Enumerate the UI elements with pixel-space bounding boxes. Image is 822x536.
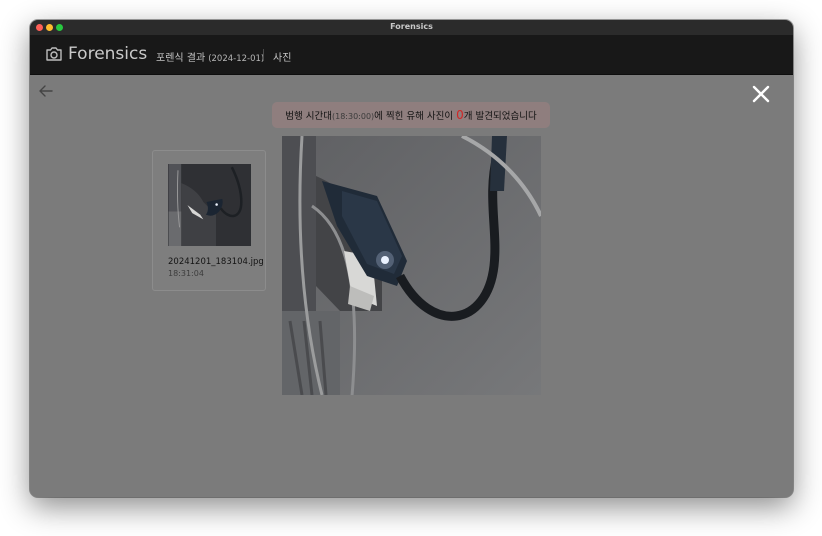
nav-forensic-result[interactable]: 포렌식 결과 (2024-12-01)	[156, 49, 264, 64]
banner-suffix: 개 발견되었습니다	[463, 111, 537, 122]
enlarged-photo	[282, 136, 541, 395]
photo-card[interactable]: 20241201_183104.jpg 18:31:04	[152, 150, 266, 291]
nav-divider	[263, 49, 264, 61]
nav-result-date: (2024-12-01)	[208, 54, 265, 64]
photo-thumbnail[interactable]	[168, 164, 251, 246]
banner-count: 0	[456, 108, 464, 122]
nav-photos[interactable]: 사진	[273, 49, 291, 64]
nav-result-label: 포렌식 결과	[156, 53, 206, 64]
window-title: Forensics	[390, 22, 433, 31]
app-window: Forensics Forensics 포렌식 결과 (2024-12-01) 사…	[30, 20, 793, 497]
app-header: Forensics 포렌식 결과 (2024-12-01) 사진	[30, 35, 793, 75]
photo-filename: 20241201_183104.jpg	[168, 257, 264, 267]
window-titlebar: Forensics	[30, 20, 793, 36]
banner-prefix: 범행 시간대	[285, 111, 332, 122]
photo-viewer-overlay: 20241201_183104.jpg 18:31:04 범행 시간대(18:3…	[30, 75, 793, 497]
result-banner: 범행 시간대(18:30:00)에 찍힌 유해 사진이 0개 발견되었습니다	[272, 102, 550, 128]
arrow-left-icon[interactable]	[38, 83, 54, 99]
close-icon[interactable]	[751, 84, 771, 104]
app-brand[interactable]: Forensics	[68, 44, 147, 64]
camera-icon	[45, 46, 63, 62]
banner-middle: 에 찍힌 유해 사진이	[374, 111, 457, 122]
photo-time: 18:31:04	[168, 269, 204, 278]
banner-time: (18:30:00)	[331, 112, 375, 121]
